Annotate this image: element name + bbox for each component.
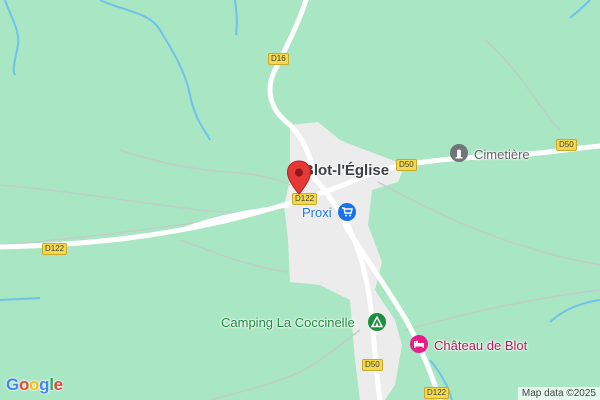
road-badge-d16: D16 — [268, 53, 289, 65]
google-logo-letter: g — [39, 375, 50, 394]
google-logo-letter: o — [29, 375, 40, 394]
road-badge-d122-west: D122 — [42, 243, 68, 255]
store-label[interactable]: Proxi — [302, 205, 332, 220]
google-logo-letter: e — [53, 375, 63, 394]
road-badge-d50-town: D50 — [396, 159, 417, 171]
location-pin-icon[interactable] — [286, 160, 312, 196]
cemetery-label[interactable]: Cimetière — [474, 147, 530, 162]
road-badge-d122-south: D122 — [424, 387, 450, 399]
map-attribution[interactable]: Map data ©2025 — [517, 387, 600, 400]
camping-label[interactable]: Camping La Coccinelle — [221, 315, 355, 330]
google-logo[interactable]: Google — [6, 375, 63, 395]
google-logo-letter: G — [6, 375, 19, 394]
lodging-bed-icon[interactable] — [410, 335, 428, 353]
map-canvas[interactable]: D16 D122 D122 D50 D50 D50 D122 Blot-l'Ég… — [0, 0, 600, 400]
camping-tent-icon[interactable] — [368, 313, 386, 331]
road-badge-d50-south: D50 — [362, 359, 383, 371]
google-logo-letter: o — [18, 375, 30, 394]
road-badge-d50-east: D50 — [556, 139, 577, 151]
town-label[interactable]: Blot-l'Église — [303, 162, 389, 179]
castle-label[interactable]: Château de Blot — [434, 338, 527, 353]
shopping-cart-icon[interactable] — [338, 203, 356, 221]
cemetery-icon[interactable] — [450, 144, 468, 162]
